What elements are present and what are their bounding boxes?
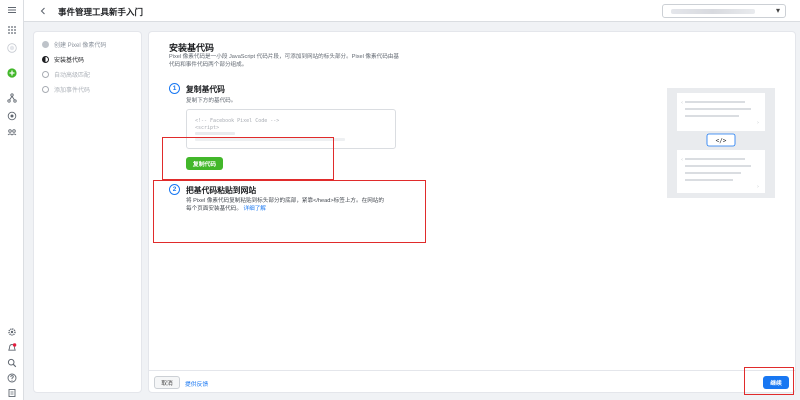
intro-text: Pixel 像素代码是一小段 JavaScript 代码片段，可添加到网站的标头… [169, 53, 429, 69]
account-avatar-icon[interactable] [6, 42, 18, 54]
step-install-base-code[interactable]: 安装基代码 [42, 54, 84, 64]
step-done-icon [42, 40, 49, 48]
notifications-bell-icon[interactable] [6, 342, 18, 354]
svg-text:‹: ‹ [681, 100, 683, 106]
step-pending-icon [42, 85, 49, 93]
back-arrow-icon[interactable] [36, 4, 50, 18]
svg-text:‹: ‹ [681, 157, 683, 163]
footer-bar: 取消 提供反馈 继续 [149, 367, 795, 395]
step-label: 自动高级匹配 [54, 72, 91, 79]
step-current-icon [42, 55, 49, 63]
report-icon[interactable] [6, 387, 18, 399]
step-label: 创建 Pixel 像素代码 [54, 42, 107, 49]
gear-icon[interactable] [6, 326, 18, 338]
highlight-box-continue [744, 367, 794, 395]
left-nav-rail [0, 0, 24, 400]
illustration-code-tag: </> [716, 138, 727, 145]
events-manager-icon[interactable] [6, 92, 18, 104]
step-create-pixel[interactable]: 创建 Pixel 像素代码 [42, 39, 106, 49]
step1-title: 复制基代码 [186, 85, 225, 94]
search-icon[interactable] [6, 357, 18, 369]
step-label: 安装基代码 [54, 57, 85, 64]
top-bar: 事件管理工具新手入门 ▾ [24, 0, 800, 22]
svg-text:›: › [757, 184, 759, 190]
audience-icon[interactable] [6, 126, 18, 138]
step-number-badge: 1 [169, 83, 180, 94]
cancel-button[interactable]: 取消 [154, 376, 180, 389]
code-line-faded [195, 132, 235, 135]
code-line: <!-- Facebook Pixel Code --> [195, 118, 280, 124]
account-name-redacted [671, 9, 755, 14]
highlight-box-paste [153, 180, 426, 243]
intro-line: 代码和事件代码两个部分组成。 [169, 62, 248, 68]
code-line: <script> [195, 125, 220, 131]
account-selector[interactable]: ▾ [662, 4, 786, 18]
svg-text:›: › [757, 120, 759, 126]
setup-steps-panel: 创建 Pixel 像素代码 安装基代码 自动高级匹配 添加事件代码 [33, 31, 142, 393]
help-icon[interactable] [6, 372, 18, 384]
create-plus-icon[interactable] [6, 67, 18, 79]
step1-subtitle: 复制下方的基代码。 [186, 98, 237, 104]
step-pending-icon [42, 70, 49, 78]
step-advanced-matching[interactable]: 自动高级匹配 [42, 69, 90, 79]
give-feedback-link[interactable]: 提供反馈 [185, 379, 208, 388]
settings-sun-icon[interactable] [6, 110, 18, 122]
step-add-event-code[interactable]: 添加事件代码 [42, 84, 90, 94]
step-label: 添加事件代码 [54, 87, 91, 94]
website-code-illustration: ‹ › </> ‹ › [667, 88, 775, 198]
main-content-card: 安装基代码 Pixel 像素代码是一小段 JavaScript 代码片段，可添加… [148, 31, 796, 395]
chevron-down-icon: ▾ [775, 6, 780, 15]
page-title: 事件管理工具新手入门 [58, 7, 144, 17]
intro-line: Pixel 像素代码是一小段 JavaScript 代码片段，可添加到网站的标头… [169, 54, 399, 60]
highlight-box-copy [162, 137, 334, 180]
apps-grid-icon[interactable] [6, 24, 18, 36]
menu-icon[interactable] [6, 4, 18, 16]
